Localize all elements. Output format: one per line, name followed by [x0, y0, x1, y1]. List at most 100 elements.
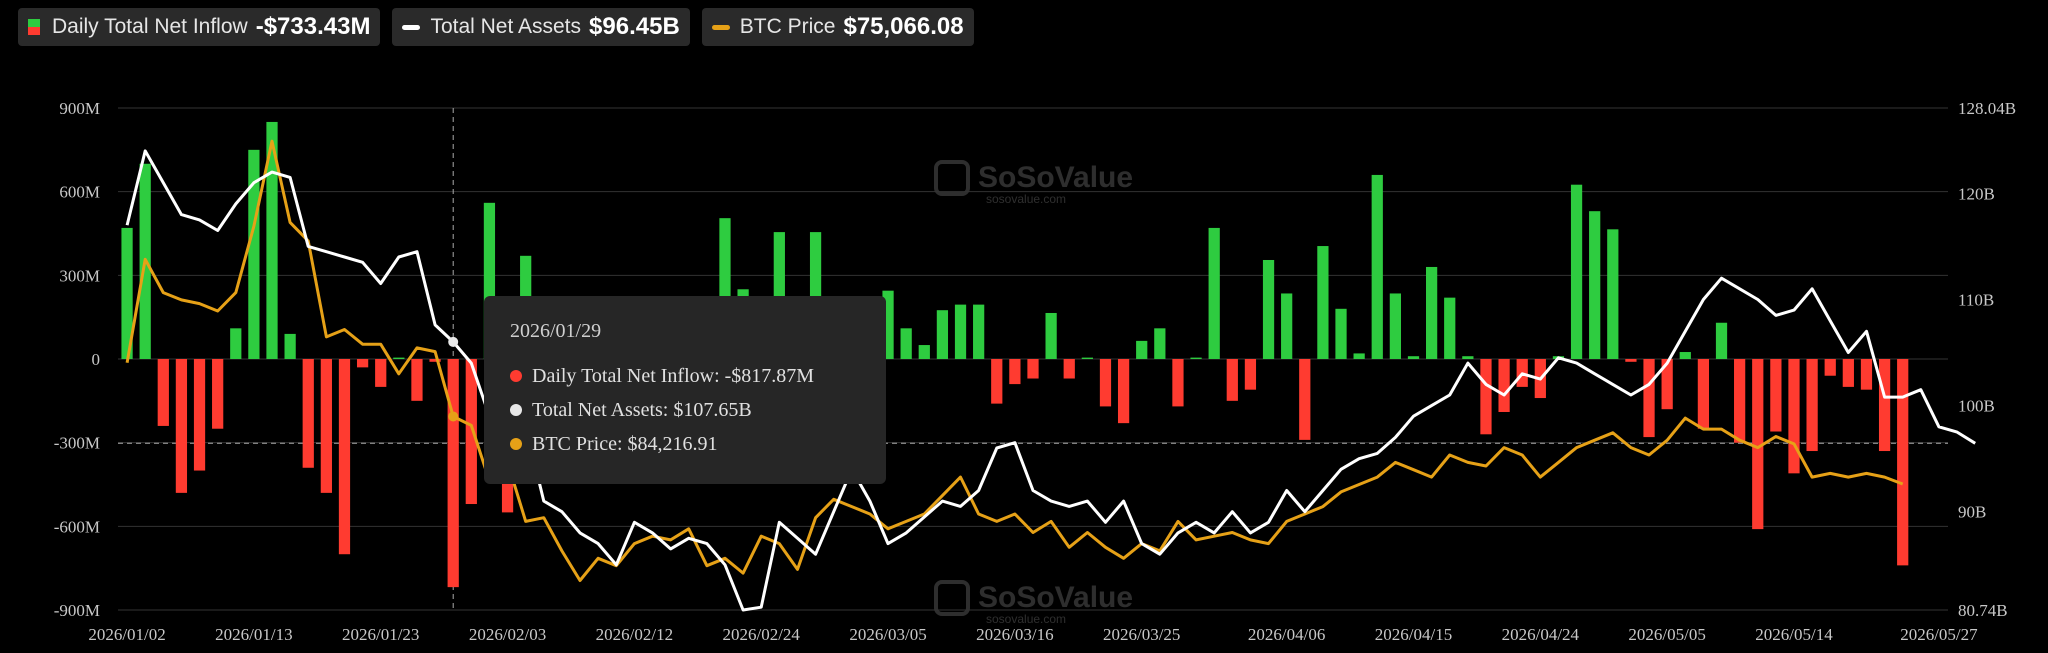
inflow-bar [918, 345, 930, 359]
inflow-bar [302, 359, 314, 468]
inflow-bar [1860, 359, 1873, 390]
inflow-bar [1299, 359, 1311, 440]
inflow-bar [393, 357, 405, 359]
y-left-tick-label: 0 [92, 350, 101, 369]
y-right-tick-label: 128.04B [1958, 99, 2016, 118]
inflow-bar [1226, 359, 1238, 401]
inflow-bar [1462, 356, 1474, 359]
inflow-bar [900, 328, 912, 359]
inflow-bar [157, 359, 169, 426]
inflow-bar [1679, 352, 1691, 359]
inflow-bar [1389, 293, 1401, 359]
tooltip-inflow-dot-icon [510, 370, 522, 382]
btc-marker [448, 411, 459, 422]
inflow-bar [1172, 359, 1184, 407]
y-left-tick-label: 900M [59, 99, 100, 118]
inflow-bar [1335, 308, 1347, 359]
inflow-bar [1045, 312, 1057, 359]
inflow-bar [1353, 353, 1365, 359]
inflow-bar [1625, 359, 1637, 362]
inflow-bar [954, 304, 967, 359]
inflow-bar [1208, 227, 1220, 359]
inflow-bar [1480, 359, 1492, 435]
inflow-bar [1063, 359, 1075, 379]
inflow-bar [1842, 359, 1854, 387]
inflow-bar [338, 359, 351, 555]
x-tick-label: 2026/05/05 [1628, 625, 1705, 644]
inflow-bar [175, 359, 188, 493]
x-tick-label: 2026/05/27 [1900, 625, 1978, 644]
inflow-bar [1806, 359, 1818, 452]
assets-marker [448, 336, 459, 347]
y-left-tick-label: -900M [54, 601, 100, 620]
x-tick-label: 2026/03/16 [976, 625, 1053, 644]
inflow-bar [447, 359, 459, 588]
inflow-bar [1190, 357, 1202, 359]
inflow-bar [1281, 293, 1293, 359]
inflow-bar [1407, 356, 1420, 359]
inflow-bar [212, 359, 224, 429]
y-left-tick-label: -300M [54, 434, 100, 453]
tooltip-inflow: Daily Total Net Inflow: -$817.87M [532, 364, 815, 387]
tooltip-btc: BTC Price: $84,216.91 [532, 432, 718, 455]
inflow-bar [1136, 340, 1148, 359]
tooltip-assets-row: Total Net Assets: $107.65B [510, 393, 860, 427]
inflow-bar [1878, 359, 1891, 452]
inflow-bar [1117, 359, 1130, 424]
x-tick-label: 2026/01/13 [215, 625, 292, 644]
y-left-tick-label: 600M [59, 183, 100, 202]
y-right-tick-label: 80.74B [1958, 601, 2008, 620]
inflow-bar [1317, 246, 1329, 359]
inflow-bar [1570, 184, 1583, 359]
inflow-bar [1371, 174, 1383, 359]
inflow-bar [1009, 359, 1021, 385]
etf-flow-chart[interactable]: 900M 600M 300M 0 -300M -600M -900M 128.04B 120B 1… [0, 0, 2048, 653]
y-left-tick-label: -600M [54, 517, 100, 536]
inflow-bar [973, 304, 985, 359]
x-tick-label: 2026/02/24 [722, 625, 800, 644]
y-left-tick-label: 300M [59, 266, 100, 285]
inflow-bar [1444, 297, 1456, 359]
inflow-bar [1643, 359, 1655, 438]
inflow-bar [1788, 359, 1800, 474]
inflow-bar [1734, 359, 1746, 443]
inflow-bar [411, 359, 423, 401]
x-tick-label: 2026/03/25 [1103, 625, 1180, 644]
x-tick-label: 2026/01/02 [88, 625, 165, 644]
tooltip-date: 2026/01/29 [510, 320, 602, 342]
inflow-bar [1154, 328, 1166, 359]
chart-tooltip: 2026/01/29 Daily Total Net Inflow: -$817… [484, 296, 886, 484]
inflow-bar [356, 359, 369, 368]
tooltip-assets-dot-icon [510, 404, 522, 416]
inflow-bar [1589, 211, 1601, 359]
tooltip-btc-dot-icon [510, 438, 522, 450]
inflow-bar [1897, 359, 1909, 566]
y-right-tick-label: 120B [1958, 184, 1995, 203]
inflow-bar [1498, 359, 1510, 412]
y-right-tick-label: 90B [1958, 503, 1986, 522]
inflow-bar [1824, 359, 1836, 376]
inflow-bar [1081, 357, 1093, 359]
x-tick-label: 2026/04/06 [1248, 625, 1325, 644]
tooltip-inflow-row: Daily Total Net Inflow: -$817.87M [510, 359, 860, 393]
y-right-tick-label: 100B [1958, 397, 1995, 416]
x-tick-label: 2026/01/23 [342, 625, 419, 644]
y-right-tick-label: 110B [1958, 290, 1994, 309]
x-tick-label: 2026/02/12 [596, 625, 673, 644]
inflow-bar [375, 359, 387, 387]
x-tick-label: 2026/02/03 [469, 625, 546, 644]
inflow-bar [1262, 259, 1275, 359]
x-tick-label: 2026/05/14 [1755, 625, 1833, 644]
inflow-bar [193, 359, 206, 471]
inflow-bar [991, 359, 1003, 404]
x-tick-label: 2026/04/24 [1502, 625, 1580, 644]
inflow-bar [1770, 359, 1782, 432]
inflow-bar [1244, 359, 1257, 390]
inflow-bar [320, 359, 332, 493]
inflow-bar [1697, 359, 1710, 429]
x-tick-label: 2026/03/05 [849, 625, 926, 644]
inflow-bar [936, 310, 949, 359]
tooltip-assets: Total Net Assets: $107.65B [532, 398, 752, 421]
inflow-bar [1607, 229, 1619, 359]
inflow-bar [1425, 266, 1438, 359]
